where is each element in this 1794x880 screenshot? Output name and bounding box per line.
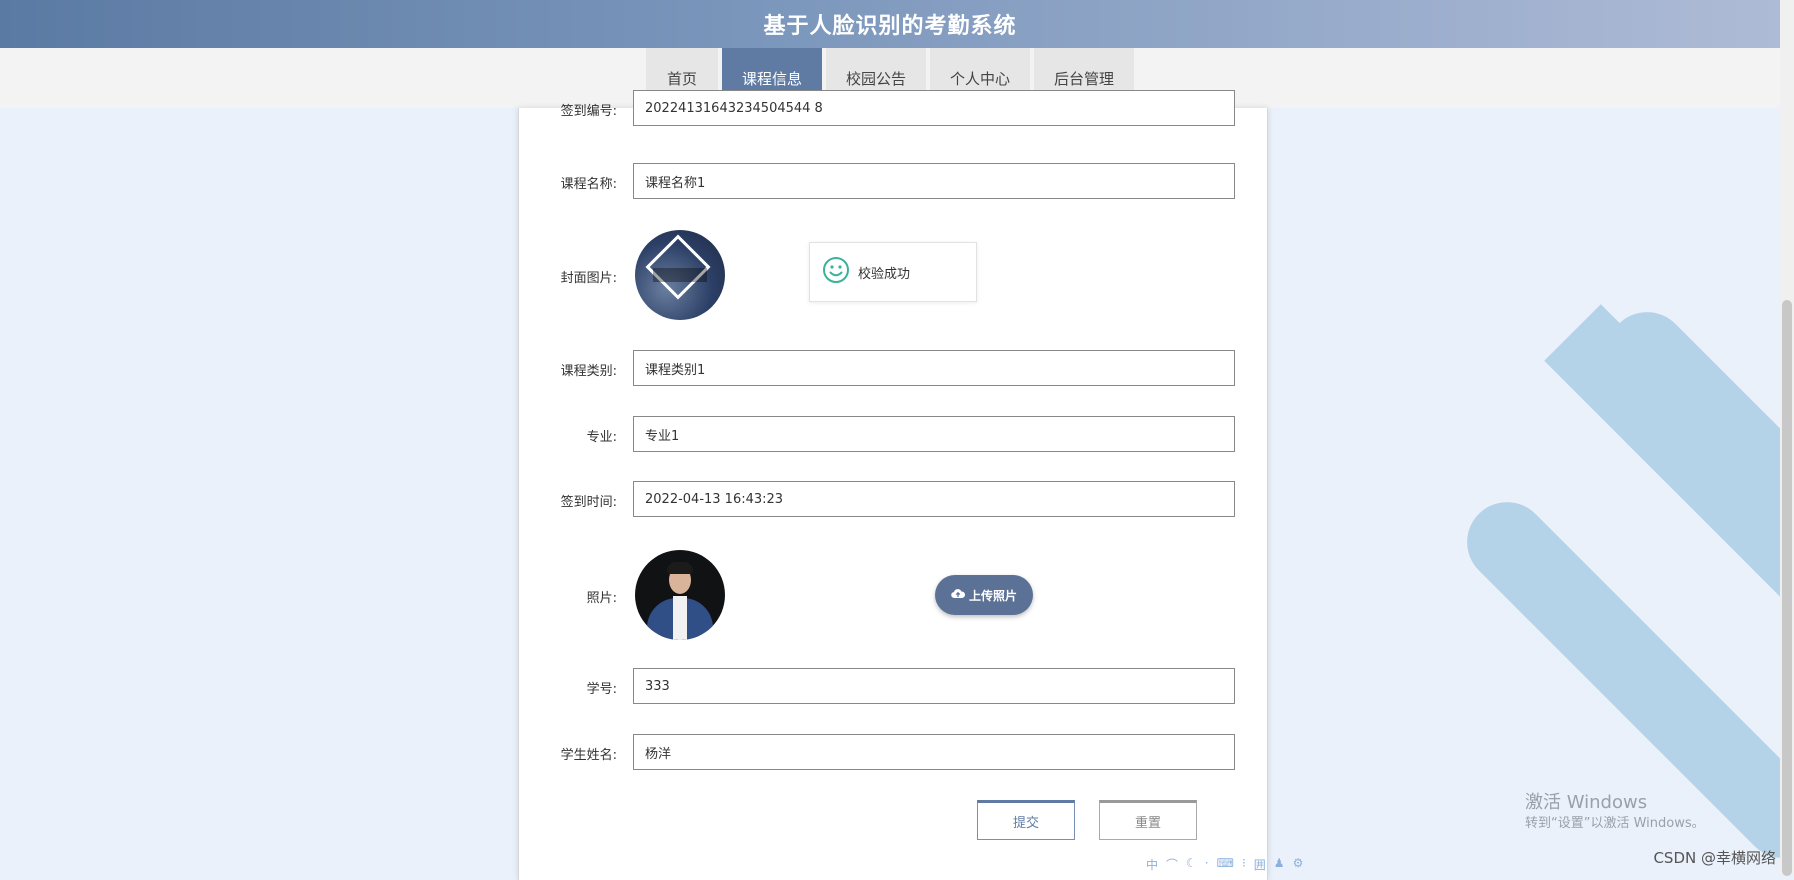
cloud-upload-icon bbox=[951, 588, 965, 603]
toast-text: 校验成功 bbox=[858, 266, 911, 282]
ime-item[interactable]: ⌨ bbox=[1217, 856, 1234, 873]
submit-button[interactable]: 提交 bbox=[977, 800, 1075, 840]
cover-image bbox=[635, 230, 725, 320]
form-panel: 签到编号: 20224131643234504544 8 课程名称: 课程名称1… bbox=[518, 90, 1268, 880]
reset-button[interactable]: 重置 bbox=[1099, 800, 1197, 840]
sign-time-field[interactable]: 2022-04-13 16:43:23 bbox=[633, 481, 1235, 517]
ime-item[interactable]: ☾ bbox=[1186, 856, 1197, 873]
course-type-field[interactable]: 课程类别1 bbox=[633, 350, 1235, 386]
cover-label: 封面图片: bbox=[560, 271, 617, 286]
course-name-label: 课程名称: bbox=[560, 177, 617, 192]
photo-label: 照片: bbox=[586, 591, 617, 606]
ime-item[interactable]: 囲 bbox=[1254, 856, 1266, 873]
major-label: 专业: bbox=[586, 430, 617, 445]
windows-activation-title: 激活 Windows bbox=[1525, 792, 1648, 813]
sign-no-label: 签到编号: bbox=[560, 104, 617, 119]
windows-activation-subtitle: 转到“设置”以激活 Windows。 bbox=[1525, 816, 1705, 831]
upload-photo-label: 上传照片 bbox=[968, 588, 1017, 603]
sign-time-label: 签到时间: bbox=[560, 495, 617, 510]
student-photo bbox=[635, 550, 725, 640]
smile-icon bbox=[822, 256, 850, 288]
sign-no-field[interactable]: 20224131643234504544 8 bbox=[633, 90, 1235, 126]
ime-toolbar: 中 ⌒ ☾ · ⌨ ⁝ 囲 ♟ ⚙ bbox=[1146, 856, 1303, 873]
csdn-watermark: CSDN @幸横网络 bbox=[1653, 849, 1776, 867]
app-title: 基于人脸识别的考勤系统 bbox=[763, 14, 1017, 39]
ime-item[interactable]: 中 bbox=[1146, 856, 1158, 873]
student-no-label: 学号: bbox=[586, 682, 617, 697]
scrollbar-thumb[interactable] bbox=[1782, 300, 1792, 876]
ime-item[interactable]: ⁝ bbox=[1242, 856, 1246, 873]
ime-item[interactable]: · bbox=[1205, 856, 1209, 873]
ime-item[interactable]: ♟ bbox=[1274, 856, 1285, 873]
student-name-label: 学生姓名: bbox=[560, 748, 617, 763]
course-name-field[interactable]: 课程名称1 bbox=[633, 163, 1235, 199]
success-toast: 校验成功 bbox=[809, 242, 977, 302]
upload-photo-button[interactable]: 上传照片 bbox=[935, 575, 1033, 615]
student-no-field[interactable]: 333 bbox=[633, 668, 1235, 704]
ime-item[interactable]: ⚙ bbox=[1293, 856, 1304, 873]
student-name-field[interactable]: 杨洋 bbox=[633, 734, 1235, 770]
ime-item[interactable]: ⌒ bbox=[1166, 856, 1178, 873]
course-type-label: 课程类别: bbox=[560, 364, 617, 379]
page-scrollbar[interactable] bbox=[1780, 0, 1794, 876]
app-header: 基于人脸识别的考勤系统 bbox=[0, 0, 1780, 48]
major-field[interactable]: 专业1 bbox=[633, 416, 1235, 452]
